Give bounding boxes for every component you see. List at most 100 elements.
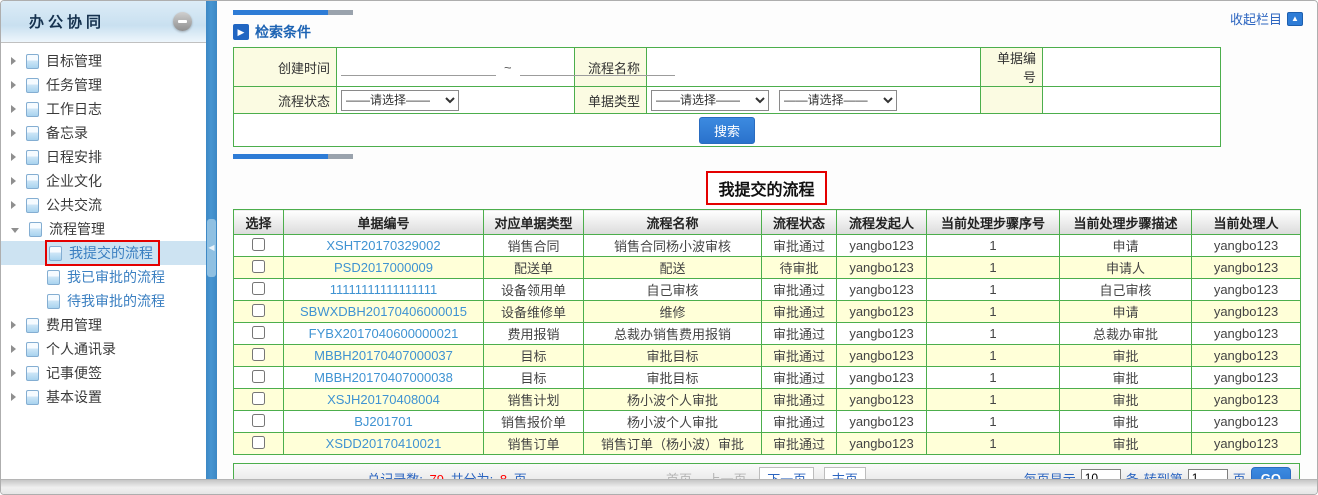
doc-number-link[interactable]: 11111111111111111 <box>330 282 437 297</box>
chevron-right-icon[interactable] <box>11 177 16 185</box>
handler-cell: yangbo123 <box>1191 388 1301 411</box>
sidebar-item-box: 基本设置 <box>24 386 107 408</box>
row-checkbox[interactable] <box>252 281 265 295</box>
chevron-right-icon[interactable] <box>11 57 16 65</box>
document-icon <box>26 53 39 69</box>
doc-number-cell: BJ201701 <box>283 410 484 433</box>
row-checkbox[interactable] <box>252 347 265 361</box>
sidebar-item[interactable]: 企业文化 <box>1 169 206 193</box>
date-range-separator: ~ <box>504 59 512 75</box>
doc-number-cell: MBBH20170407000038 <box>283 366 484 389</box>
sidebar-item[interactable]: 公共交流 <box>1 193 206 217</box>
sidebar-item[interactable]: 备忘录 <box>1 121 206 145</box>
create-time-from-input[interactable] <box>341 58 496 76</box>
process-status-select[interactable]: ——请选择—— <box>341 89 459 111</box>
row-checkbox[interactable] <box>252 237 265 251</box>
row-checkbox[interactable] <box>252 369 265 383</box>
initiator-cell: yangbo123 <box>836 278 927 301</box>
sidebar-item[interactable]: 个人通讯录 <box>1 337 206 361</box>
sidebar-item-box: 公共交流 <box>24 194 107 216</box>
doc-number-link[interactable]: FYBX2017040600000021 <box>309 326 459 341</box>
document-icon <box>26 389 39 405</box>
chevron-right-icon[interactable] <box>11 153 16 161</box>
collapse-column-link[interactable]: 收起栏目 ▲ <box>1230 9 1303 28</box>
row-checkbox[interactable] <box>252 303 265 317</box>
step-no-cell: 1 <box>926 278 1060 301</box>
table-row: PSD2017000009 配送单 配送 待审批 yangbo123 1 申请人 yangbo… <box>233 256 1301 279</box>
sidebar-item[interactable]: 流程管理 <box>1 217 206 241</box>
sidebar-item[interactable]: 费用管理 <box>1 313 206 337</box>
doc-type-select-1[interactable]: ——请选择—— <box>651 89 769 111</box>
chevron-right-icon[interactable] <box>11 369 16 377</box>
doc-number-link[interactable]: MBBH20170407000038 <box>314 370 453 385</box>
sidebar-item[interactable]: 工作日志 <box>1 97 206 121</box>
process-name-cell: 销售订单（杨小波）审批 <box>583 432 762 455</box>
doc-type-cell: 销售报价单 <box>483 410 584 433</box>
chevron-right-icon[interactable] <box>11 105 16 113</box>
search-button[interactable]: 搜索 <box>698 116 755 144</box>
doc-type-cell: 目标 <box>483 366 584 389</box>
doc-number-link[interactable]: XSDD20170410021 <box>326 436 442 451</box>
sidebar-item[interactable]: 日程安排 <box>1 145 206 169</box>
document-icon <box>26 317 39 333</box>
doc-number-link[interactable]: XSHT20170329002 <box>326 238 440 253</box>
doc-number-link[interactable]: PSD2017000009 <box>334 260 433 275</box>
table-row: XSDD20170410021 销售订单 销售订单（杨小波）审批 审批通过 yangbo… <box>233 432 1301 455</box>
section-arrow-icon[interactable]: ▶ <box>233 24 249 40</box>
sidebar-item[interactable]: 我提交的流程 <box>1 240 206 266</box>
chevron-right-icon[interactable] <box>11 321 16 329</box>
sidebar-item[interactable]: 记事便签 <box>1 361 206 385</box>
horizontal-scrollbar[interactable] <box>1 479 1317 494</box>
step-desc-cell: 自己审核 <box>1059 278 1192 301</box>
doc-type-cell: 配送单 <box>483 256 584 279</box>
panel-splitter[interactable]: ◀ <box>206 1 217 494</box>
initiator-cell: yangbo123 <box>836 256 927 279</box>
chevron-right-icon[interactable] <box>11 393 16 401</box>
column-header: 当前处理步骤描述 <box>1059 209 1192 235</box>
sidebar-item[interactable]: 目标管理 <box>1 49 206 73</box>
doc-number-link[interactable]: MBBH20170407000037 <box>314 348 453 363</box>
step-desc-cell: 申请人 <box>1059 256 1192 279</box>
sidebar-item[interactable]: 任务管理 <box>1 73 206 97</box>
initiator-cell: yangbo123 <box>836 410 927 433</box>
splitter-collapse-handle[interactable]: ◀ <box>207 218 216 277</box>
chevron-right-icon[interactable] <box>11 81 16 89</box>
handler-cell: yangbo123 <box>1191 432 1301 455</box>
status-cell: 审批通过 <box>761 388 837 411</box>
status-cell: 审批通过 <box>761 278 837 301</box>
doc-number-link[interactable]: XSJH20170408004 <box>327 392 440 407</box>
chevron-right-icon[interactable] <box>11 345 16 353</box>
column-header: 流程发起人 <box>836 209 927 235</box>
row-checkbox[interactable] <box>252 435 265 449</box>
minus-icon[interactable] <box>173 12 192 31</box>
row-checkbox[interactable] <box>252 259 265 273</box>
status-cell: 待审批 <box>761 256 837 279</box>
sidebar-item-label: 我已审批的流程 <box>67 269 165 285</box>
document-icon <box>26 341 39 357</box>
sidebar-item-box: 费用管理 <box>24 314 107 336</box>
doc-type-cell: 费用报销 <box>483 322 584 345</box>
row-checkbox[interactable] <box>252 325 265 339</box>
step-no-cell: 1 <box>926 234 1060 257</box>
status-cell: 审批通过 <box>761 234 837 257</box>
handler-cell: yangbo123 <box>1191 410 1301 433</box>
doc-number-link[interactable]: BJ201701 <box>354 414 413 429</box>
sidebar-item[interactable]: 待我审批的流程 <box>1 289 206 313</box>
doc-number-link[interactable]: SBWXDBH20170406000015 <box>300 304 467 319</box>
chevron-down-icon[interactable] <box>11 227 19 233</box>
row-checkbox[interactable] <box>252 413 265 427</box>
doc-type-cell: 设备领用单 <box>483 278 584 301</box>
chevron-right-icon[interactable] <box>11 129 16 137</box>
doc-type-cell: 销售计划 <box>483 388 584 411</box>
doc-type-select-2[interactable]: ——请选择—— <box>778 89 897 111</box>
doc-number-input[interactable] <box>1047 57 1213 77</box>
sidebar-item[interactable]: 基本设置 <box>1 385 206 409</box>
process-name-input[interactable] <box>651 57 970 77</box>
row-checkbox[interactable] <box>252 391 265 405</box>
table-header-row: 选择 单据编号 对应单据类型 流程名称 流程状态 流程发起人 当前处理步骤序号 当前处理步骤描… <box>233 209 1301 235</box>
sidebar-item-box: 备忘录 <box>24 122 93 144</box>
chevron-right-icon[interactable] <box>11 201 16 209</box>
sidebar-item-box: 待我审批的流程 <box>45 290 170 312</box>
collapse-up-icon[interactable]: ▲ <box>1287 11 1303 26</box>
sidebar-item[interactable]: 我已审批的流程 <box>1 265 206 289</box>
